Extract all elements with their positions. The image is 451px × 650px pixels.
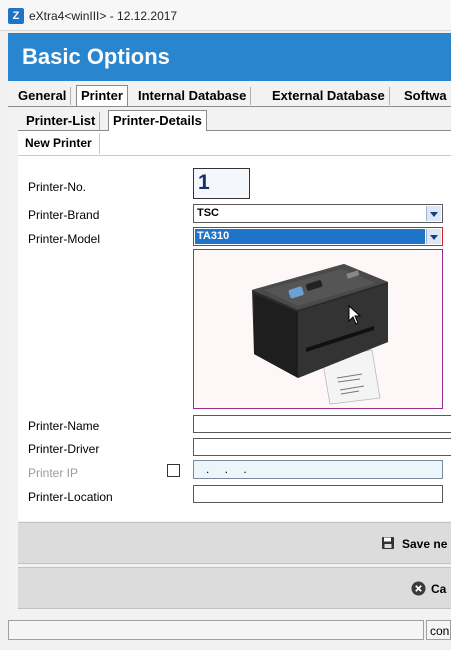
tab-internal-database[interactable]: Internal Database xyxy=(134,87,252,105)
printer-illustration xyxy=(252,264,388,405)
printer-name-label: Printer-Name xyxy=(28,419,100,433)
printer-model-value: TA310 xyxy=(197,230,230,242)
floppy-disk-icon xyxy=(382,537,394,549)
chevron-down-icon[interactable] xyxy=(426,229,441,244)
printer-no-label: Printer-No. xyxy=(28,180,87,194)
tab-software[interactable]: Softwa xyxy=(400,87,451,105)
printer-ip-value: . . . xyxy=(206,462,253,476)
page-title: Basic Options xyxy=(22,44,170,69)
printer-location-label: Printer-Location xyxy=(28,490,113,504)
chevron-down-icon[interactable] xyxy=(426,206,441,221)
printer-brand-select[interactable]: TSC xyxy=(193,204,443,223)
printer-ip-checkbox[interactable] xyxy=(167,464,180,477)
tab-external-database[interactable]: External Database xyxy=(268,87,390,105)
save-button-label: Save ne xyxy=(402,537,448,551)
printer-name-field[interactable] xyxy=(193,415,451,433)
printer-driver-label: Printer-Driver xyxy=(28,442,100,456)
window-title: eXtra4<winIII> - 12.12.2017 xyxy=(29,9,178,23)
printer-model-label: Printer-Model xyxy=(28,232,101,246)
printer-brand-value: TSC xyxy=(197,207,219,219)
printer-location-field[interactable] xyxy=(193,485,443,503)
printer-brand-label: Printer-Brand xyxy=(28,208,100,222)
detail-tab-bar: New Printer xyxy=(18,133,451,156)
printer-driver-field[interactable] xyxy=(193,438,451,456)
printer-model-select[interactable]: TA310 xyxy=(193,227,443,246)
status-field-main xyxy=(8,620,424,640)
page-header: Basic Options xyxy=(8,33,451,81)
window-titlebar: Z eXtra4<winIII> - 12.12.2017 xyxy=(0,0,451,31)
printer-no-field[interactable]: 1 xyxy=(193,168,250,199)
app-icon: Z xyxy=(8,8,24,24)
cancel-button-label: Ca xyxy=(431,582,447,596)
printer-ip-field[interactable]: . . . xyxy=(193,460,443,479)
printer-image xyxy=(193,249,443,409)
status-bar: con xyxy=(6,620,451,642)
status-text: con xyxy=(430,624,450,638)
tab-general[interactable]: General xyxy=(14,87,72,105)
tab-new-printer[interactable]: New Printer xyxy=(18,133,100,154)
cancel-button[interactable]: Ca xyxy=(18,567,451,609)
cancel-icon xyxy=(411,581,426,596)
mouse-cursor-icon xyxy=(348,305,362,325)
save-button[interactable]: Save ne xyxy=(18,522,451,564)
main-tab-bar: General Printer Internal Database Extern… xyxy=(8,85,451,107)
sub-tab-bar: Printer-List Printer-Details xyxy=(18,110,451,132)
printer-no-value: 1 xyxy=(198,171,210,194)
tab-printer[interactable]: Printer xyxy=(76,85,128,106)
tab-printer-list[interactable]: Printer-List xyxy=(22,112,101,130)
status-field-connection: con xyxy=(426,620,451,640)
printer-ip-label: Printer IP xyxy=(28,466,79,480)
tab-printer-details[interactable]: Printer-Details xyxy=(108,110,207,132)
